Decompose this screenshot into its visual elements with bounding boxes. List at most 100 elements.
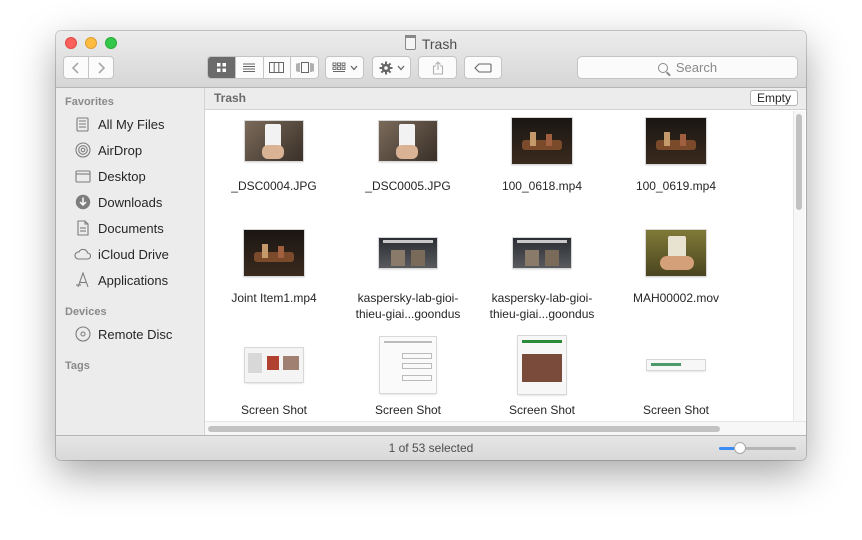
horizontal-scroll-thumb[interactable] [208,426,720,432]
sidebar: Favorites All My Files AirDrop Desktop D… [56,88,205,435]
search-placeholder: Search [675,60,718,75]
file-name: MAH00002.mov [632,291,720,305]
devices-heading: Devices [65,306,107,318]
thumbnail-detail [391,250,405,266]
file-item[interactable]: Scr [743,336,791,422]
sidebar-item-label: Downloads [98,194,163,210]
file-thumbnail-area [207,336,341,394]
file-name: 100_0618.mp4 [501,179,583,193]
file-name: de yo [743,178,791,210]
thumbnail-detail [383,240,433,243]
file-thumbnail-area [475,336,609,394]
tags-heading: Tags [65,360,90,372]
thumbnail-detail [262,145,284,159]
icon-grid-icon [216,63,226,72]
file-thumbnail-area [207,112,341,170]
gear-icon [379,61,392,74]
sidebar-item-downloads[interactable]: Downloads [74,191,162,213]
file-thumbnail [380,337,436,393]
sidebar-item-all-my-files[interactable]: All My Files [74,113,164,135]
forward-button[interactable] [88,56,114,79]
disc-icon [74,326,91,343]
thumbnail-detail [680,134,686,146]
sidebar-item-label: AirDrop [98,142,143,158]
sidebar-item-label: Remote Disc [98,326,173,342]
sidebar-item-icloud-drive[interactable]: iCloud Drive [74,243,169,265]
thumbnail-detail [396,145,418,159]
file-thumbnail [518,336,566,394]
sidebar-item-label: iCloud Drive [98,246,169,262]
file-thumbnail-area [341,224,475,282]
file-thumbnail [379,238,437,268]
vertical-scrollbar[interactable] [793,111,805,421]
icon-view-button[interactable] [208,57,236,78]
file-item[interactable]: 100_0618.mp4 [475,112,609,218]
applications-icon [74,272,91,289]
file-name: Screen Shot [508,403,576,417]
sidebar-item-airdrop[interactable]: AirDrop [74,139,142,161]
file-item[interactable]: kaspersky-lab-gioi- thieu-giai...goondus [475,224,609,330]
thumbnail-detail [402,375,432,381]
file-thumbnail-area [207,224,341,282]
file-item[interactable]: Screen Shot [341,336,475,422]
downloads-icon [74,194,91,211]
file-name: Scr [743,402,791,418]
file-thumbnail-area [609,112,743,170]
file-item[interactable]: kaspersky-lab-gioi- thieu-giai...goondus [341,224,475,330]
all-files-icon [74,116,91,133]
file-thumbnail-area [341,336,475,394]
file-thumbnail-area [743,336,791,394]
sidebar-item-desktop[interactable]: Desktop [74,165,146,187]
file-name: _DSC0004.JPG [231,179,317,193]
thumbnail-detail [660,256,694,270]
action-button[interactable] [372,56,411,79]
file-item[interactable]: Scr 2017-0 [743,224,791,330]
thumbnail-detail [267,356,279,370]
vertical-scroll-thumb[interactable] [796,114,802,210]
file-item[interactable]: Screen Shot [475,336,609,422]
file-item[interactable]: Joint Item1.mp4 [207,224,341,330]
chevron-down-icon [350,65,357,70]
file-item[interactable]: 100_0619.mp4 [609,112,743,218]
file-item[interactable]: _DSC0004.JPG [207,112,341,218]
list-view-button[interactable] [235,57,264,78]
column-view-button[interactable] [263,57,292,78]
horizontal-scrollbar[interactable] [205,421,806,436]
empty-trash-button[interactable]: Empty [750,90,798,106]
window-title: Trash [56,35,806,52]
file-name: Screen Shot [240,403,308,417]
icon-size-slider-knob[interactable] [733,442,746,454]
thumbnail-detail [525,250,539,266]
file-item[interactable]: Screen Shot [609,336,743,422]
share-button[interactable] [418,56,457,79]
status-bar: 1 of 53 selected [56,435,806,460]
back-button[interactable] [63,56,89,79]
sidebar-item-applications[interactable]: Applications [74,269,168,291]
file-name: 100_0619.mp4 [635,179,717,193]
file-name: Scr 2017-0 [743,290,791,322]
thumbnail-detail [664,132,670,146]
sidebar-item-remote-disc[interactable]: Remote Disc [74,323,172,345]
sidebar-item-label: Applications [98,272,169,288]
cover-flow-button[interactable] [291,57,318,78]
file-thumbnail [512,118,572,164]
thumbnail-detail [546,134,552,146]
sidebar-item-label: All My Files [98,116,165,132]
file-item[interactable]: Screen Shot [207,336,341,422]
sidebar-item-documents[interactable]: Documents [74,217,164,239]
thumbnail-detail [651,363,681,366]
chevron-left-icon [72,61,79,74]
file-name: Joint Item1.mp4 [231,291,317,305]
thumbnail-detail [522,340,562,343]
arrange-button[interactable] [325,56,364,79]
file-thumbnail [647,360,705,370]
titlebar: Trash Search [56,31,806,88]
file-item[interactable]: _DSC0005.JPG [341,112,475,218]
search-field[interactable]: Search [577,56,798,79]
file-item[interactable]: de yo [743,112,791,218]
icon-size-slider[interactable] [719,442,796,454]
tags-button[interactable] [464,56,502,79]
file-item[interactable]: MAH00002.mov [609,224,743,330]
path-bar: Trash Empty [205,88,806,110]
file-name: Screen Shot [374,403,442,417]
